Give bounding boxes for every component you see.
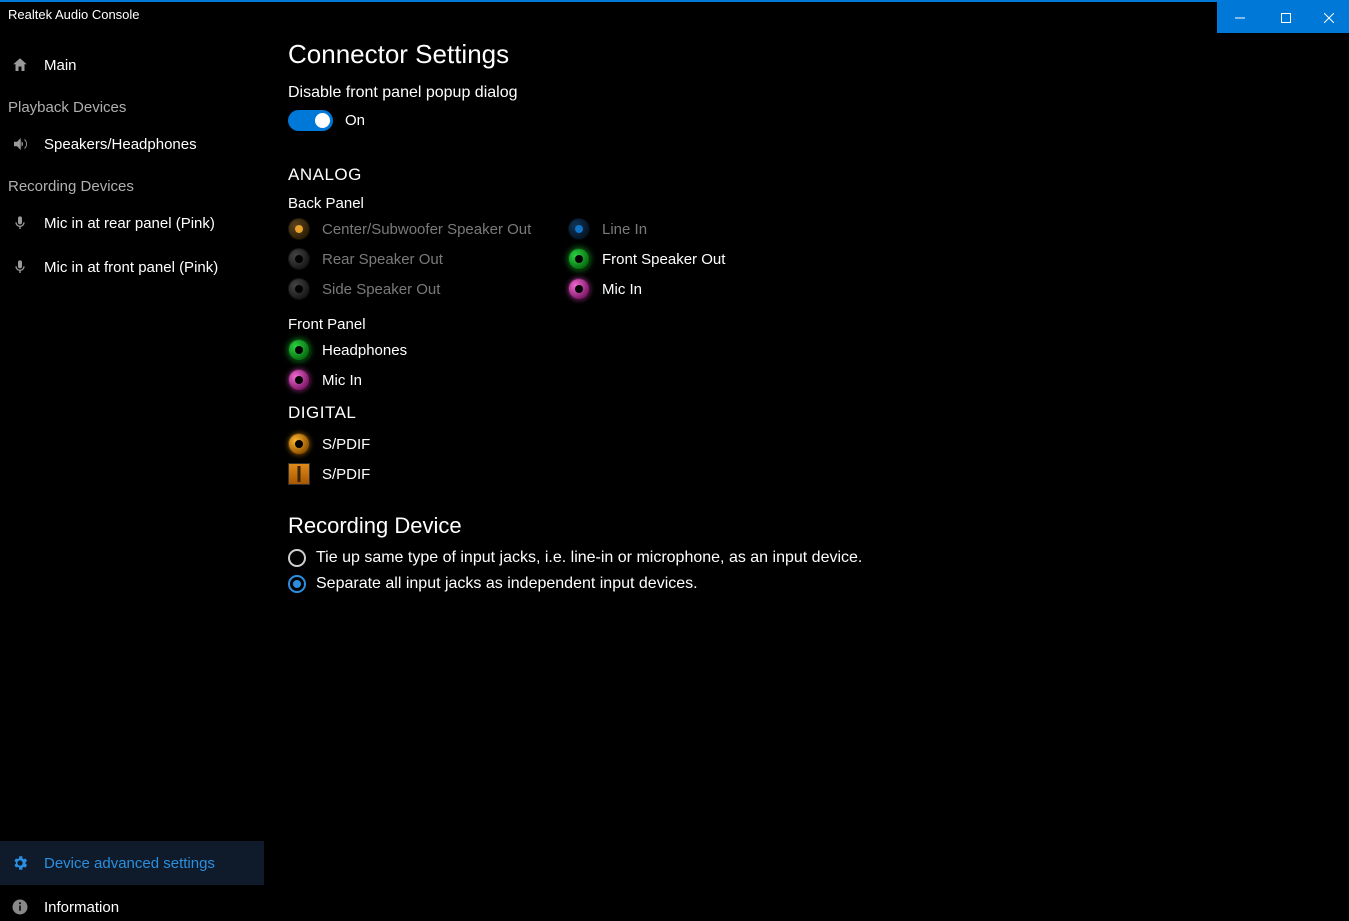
- app-title: Realtek Audio Console: [0, 2, 148, 27]
- home-icon: [10, 55, 30, 75]
- jack-orange-icon: [288, 433, 310, 455]
- back-panel-header: Back Panel: [288, 195, 1329, 212]
- sidebar-item-label: Mic in at rear panel (Pink): [44, 215, 215, 232]
- sidebar-item-mic-rear[interactable]: Mic in at rear panel (Pink): [0, 201, 264, 245]
- jack-label: Mic In: [602, 281, 642, 298]
- info-icon: [10, 897, 30, 917]
- sidebar-item-label: Information: [44, 899, 119, 916]
- jack-label: Front Speaker Out: [602, 251, 725, 268]
- close-button[interactable]: [1309, 2, 1349, 33]
- jack-mic-in-front[interactable]: Mic In: [288, 369, 1329, 391]
- jack-label: Line In: [602, 221, 647, 238]
- jack-optical-icon: [288, 463, 310, 485]
- radio-icon: [288, 549, 306, 567]
- sidebar-item-label: Speakers/Headphones: [44, 136, 197, 153]
- sidebar-section-playback: Playback Devices: [0, 87, 264, 122]
- main-content: Connector Settings Disable front panel p…: [264, 33, 1349, 921]
- sidebar-item-information[interactable]: Information: [0, 885, 264, 921]
- jack-spdif-optical[interactable]: S/PDIF: [288, 463, 1329, 485]
- radio-label: Tie up same type of input jacks, i.e. li…: [316, 549, 862, 567]
- sidebar: Main Playback Devices Speakers/Headphone…: [0, 33, 264, 921]
- jack-label: Headphones: [322, 342, 407, 359]
- jack-front-speaker[interactable]: Front Speaker Out: [568, 248, 1329, 270]
- jack-grey-icon: [288, 248, 310, 270]
- jack-label: Mic In: [322, 372, 362, 389]
- jack-mic-in-back[interactable]: Mic In: [568, 278, 1329, 300]
- disable-popup-label: Disable front panel popup dialog: [288, 84, 1329, 102]
- jack-spdif-coax[interactable]: S/PDIF: [288, 433, 1329, 455]
- radio-separate-jacks[interactable]: Separate all input jacks as independent …: [288, 575, 1329, 593]
- jack-label: Center/Subwoofer Speaker Out: [322, 221, 531, 238]
- radio-selected-icon: [288, 575, 306, 593]
- speaker-icon: [10, 134, 30, 154]
- gear-icon: [10, 853, 30, 873]
- maximize-button[interactable]: [1263, 2, 1309, 33]
- jack-side-speaker[interactable]: Side Speaker Out: [288, 278, 564, 300]
- jack-label: S/PDIF: [322, 466, 370, 483]
- jack-pink-icon: [568, 278, 590, 300]
- recording-device-title: Recording Device: [288, 513, 1329, 539]
- digital-header: DIGITAL: [288, 403, 1329, 423]
- page-title: Connector Settings: [288, 39, 1329, 70]
- front-panel-header: Front Panel: [288, 316, 1329, 333]
- sidebar-item-label: Device advanced settings: [44, 855, 215, 872]
- jack-headphones[interactable]: Headphones: [288, 339, 1329, 361]
- jack-label: S/PDIF: [322, 436, 370, 453]
- jack-label: Rear Speaker Out: [322, 251, 443, 268]
- sidebar-item-mic-front[interactable]: Mic in at front panel (Pink): [0, 245, 264, 289]
- window-controls: [1217, 2, 1349, 33]
- jack-line-in[interactable]: Line In: [568, 218, 1329, 240]
- sidebar-item-label: Mic in at front panel (Pink): [44, 259, 218, 276]
- sidebar-item-speakers[interactable]: Speakers/Headphones: [0, 122, 264, 166]
- analog-header: ANALOG: [288, 165, 1329, 185]
- jack-label: Side Speaker Out: [322, 281, 440, 298]
- jack-rear-speaker[interactable]: Rear Speaker Out: [288, 248, 564, 270]
- radio-label: Separate all input jacks as independent …: [316, 575, 698, 593]
- mic-icon: [10, 213, 30, 233]
- jack-orange-icon: [288, 218, 310, 240]
- toggle-state: On: [345, 112, 365, 129]
- jack-green-icon: [568, 248, 590, 270]
- sidebar-item-main[interactable]: Main: [0, 43, 264, 87]
- sidebar-item-label: Main: [44, 57, 77, 74]
- disable-popup-toggle[interactable]: [288, 110, 333, 131]
- jack-center-subwoofer[interactable]: Center/Subwoofer Speaker Out: [288, 218, 564, 240]
- sidebar-section-recording: Recording Devices: [0, 166, 264, 201]
- sidebar-item-advanced[interactable]: Device advanced settings: [0, 841, 264, 885]
- jack-green-icon: [288, 339, 310, 361]
- minimize-button[interactable]: [1217, 2, 1263, 33]
- jack-blue-icon: [568, 218, 590, 240]
- jack-pink-icon: [288, 369, 310, 391]
- radio-tie-jacks[interactable]: Tie up same type of input jacks, i.e. li…: [288, 549, 1329, 567]
- jack-grey-icon: [288, 278, 310, 300]
- mic-icon: [10, 257, 30, 277]
- titlebar: Realtek Audio Console: [0, 0, 1349, 33]
